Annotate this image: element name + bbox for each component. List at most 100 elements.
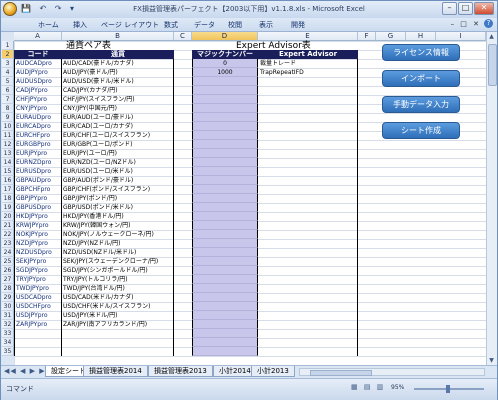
currency-code-cell[interactable]: CHFJPYpro — [14, 95, 62, 104]
expert-advisor-cell[interactable] — [258, 86, 358, 95]
expert-advisor-cell[interactable] — [258, 113, 358, 122]
currency-pair-cell[interactable] — [62, 338, 174, 347]
column-header-h[interactable]: H — [406, 32, 436, 41]
expert-advisor-cell[interactable] — [258, 212, 358, 221]
sheet-tab[interactable]: 小計2013 — [251, 366, 295, 377]
row-header-18[interactable]: 18 — [2, 194, 14, 203]
license-info-button[interactable]: ライセンス情報 — [382, 44, 460, 61]
magic-number-cell[interactable] — [192, 203, 258, 212]
row-header-24[interactable]: 24 — [2, 248, 14, 257]
horizontal-scrollbar[interactable] — [299, 368, 485, 376]
currency-code-cell[interactable]: AUDUSDpro — [14, 77, 62, 86]
scroll-down-icon[interactable]: ▼ — [487, 356, 496, 365]
currency-code-cell[interactable]: GBPUSDpro — [14, 203, 62, 212]
currency-code-cell[interactable]: NZDUSDpro — [14, 248, 62, 257]
row-header-33[interactable]: 33 — [2, 329, 14, 338]
magic-number-cell[interactable] — [192, 230, 258, 239]
currency-pair-cell[interactable]: GBP/JPY(ポンド/円) — [62, 194, 174, 203]
expert-advisor-cell[interactable] — [258, 194, 358, 203]
magic-number-cell[interactable] — [192, 284, 258, 293]
vertical-scrollbar[interactable]: ▲ ▼ — [486, 32, 497, 365]
magic-number-cell[interactable] — [192, 338, 258, 347]
magic-number-cell[interactable] — [192, 149, 258, 158]
import-button[interactable]: インポート — [382, 70, 460, 87]
zoom-level[interactable]: 95% — [391, 384, 404, 391]
row-header-22[interactable]: 22 — [2, 230, 14, 239]
row-header-1[interactable]: 1 — [2, 41, 14, 50]
minimize-icon[interactable]: – — [442, 2, 457, 15]
expert-advisor-cell[interactable] — [258, 167, 358, 176]
currency-code-cell[interactable]: EURGBPpro — [14, 140, 62, 149]
column-header-f[interactable]: F — [358, 32, 376, 41]
expert-advisor-cell[interactable]: 裁量トレード — [258, 59, 358, 68]
row-header-6[interactable]: 6 — [2, 86, 14, 95]
row-header-14[interactable]: 14 — [2, 158, 14, 167]
tab-insert[interactable]: 挿入 — [73, 20, 87, 30]
currency-code-cell[interactable]: TWDJPYpro — [14, 284, 62, 293]
row-header-29[interactable]: 29 — [2, 293, 14, 302]
create-sheet-button[interactable]: シート作成 — [382, 122, 460, 139]
currency-pair-cell[interactable]: NOK/JPY(ノルウェークローネ/円) — [62, 230, 174, 239]
maximize-icon[interactable]: □ — [458, 2, 473, 15]
row-header-26[interactable]: 26 — [2, 266, 14, 275]
expert-advisor-cell[interactable] — [258, 293, 358, 302]
currency-code-cell[interactable]: SEKJPYpro — [14, 257, 62, 266]
currency-code-cell[interactable]: EURJPYpro — [14, 149, 62, 158]
expert-advisor-cell[interactable] — [258, 104, 358, 113]
currency-code-cell[interactable]: HKDJPYpro — [14, 212, 62, 221]
magic-number-cell[interactable] — [192, 185, 258, 194]
currency-pair-cell[interactable]: AUD/JPY(豪ドル/円) — [62, 68, 174, 77]
row-header-31[interactable]: 31 — [2, 311, 14, 320]
magic-number-cell[interactable] — [192, 347, 258, 356]
magic-number-cell[interactable] — [192, 320, 258, 329]
expert-advisor-cell[interactable] — [258, 149, 358, 158]
currency-code-cell[interactable]: USDJPYpro — [14, 311, 62, 320]
magic-number-cell[interactable] — [192, 95, 258, 104]
magic-number-cell[interactable]: 1000 — [192, 68, 258, 77]
currency-code-cell[interactable]: TRYJPYpro — [14, 275, 62, 284]
currency-code-cell[interactable]: NZDJPYpro — [14, 239, 62, 248]
expert-advisor-cell[interactable] — [258, 221, 358, 230]
column-header-b[interactable]: B — [62, 32, 174, 41]
currency-code-cell[interactable] — [14, 347, 62, 356]
tab-review[interactable]: 校閲 — [228, 20, 242, 30]
expert-advisor-cell[interactable] — [258, 275, 358, 284]
sheet-tab[interactable]: 損益管理表2013 — [148, 366, 213, 377]
row-header-11[interactable]: 11 — [2, 131, 14, 140]
row-header-27[interactable]: 27 — [2, 275, 14, 284]
horizontal-scroll-thumb[interactable] — [310, 370, 372, 376]
currency-code-cell[interactable]: USDCHFpro — [14, 302, 62, 311]
expert-advisor-cell[interactable]: TrapRepeatIFD — [258, 68, 358, 77]
expert-advisor-cell[interactable] — [258, 140, 358, 149]
currency-code-cell[interactable]: EURNZDpro — [14, 158, 62, 167]
currency-pair-cell[interactable]: AUD/USD(豪ドル/米ドル) — [62, 77, 174, 86]
currency-code-cell[interactable]: KRWJPYpro — [14, 221, 62, 230]
expert-advisor-cell[interactable] — [258, 266, 358, 275]
manual-data-entry-button[interactable]: 手動データ入力 — [382, 96, 460, 113]
tab-formulas[interactable]: 数式 — [164, 20, 178, 30]
magic-number-cell[interactable] — [192, 158, 258, 167]
currency-code-cell[interactable]: CNYJPYpro — [14, 104, 62, 113]
currency-pair-cell[interactable]: ZAR/JPY(南アフリカランド/円) — [62, 320, 174, 329]
currency-pair-cell[interactable]: USD/CAD(米ドル/カナダ) — [62, 293, 174, 302]
magic-number-cell[interactable] — [192, 131, 258, 140]
expert-advisor-cell[interactable] — [258, 257, 358, 266]
currency-code-cell[interactable]: EURAUDpro — [14, 113, 62, 122]
vertical-scroll-thumb[interactable] — [488, 44, 497, 86]
currency-pair-cell[interactable] — [62, 329, 174, 338]
tab-developer[interactable]: 開発 — [291, 20, 305, 30]
expert-advisor-cell[interactable] — [258, 248, 358, 257]
expert-advisor-cell[interactable] — [258, 77, 358, 86]
row-header-25[interactable]: 25 — [2, 257, 14, 266]
column-header-e[interactable]: E — [258, 32, 358, 41]
currency-code-cell[interactable]: SGDJPYpro — [14, 266, 62, 275]
currency-pair-cell[interactable]: CHF/JPY(スイスフラン/円) — [62, 95, 174, 104]
tab-page-layout[interactable]: ページ レイアウト — [101, 20, 159, 30]
currency-pair-cell[interactable]: EUR/AUD(ユーロ/豪ドル) — [62, 113, 174, 122]
expert-advisor-cell[interactable] — [258, 239, 358, 248]
currency-code-cell[interactable]: EURCADpro — [14, 122, 62, 131]
magic-number-cell[interactable] — [192, 212, 258, 221]
currency-code-cell[interactable]: GBPJPYpro — [14, 194, 62, 203]
row-header-30[interactable]: 30 — [2, 302, 14, 311]
currency-code-cell[interactable]: GBPAUDpro — [14, 176, 62, 185]
